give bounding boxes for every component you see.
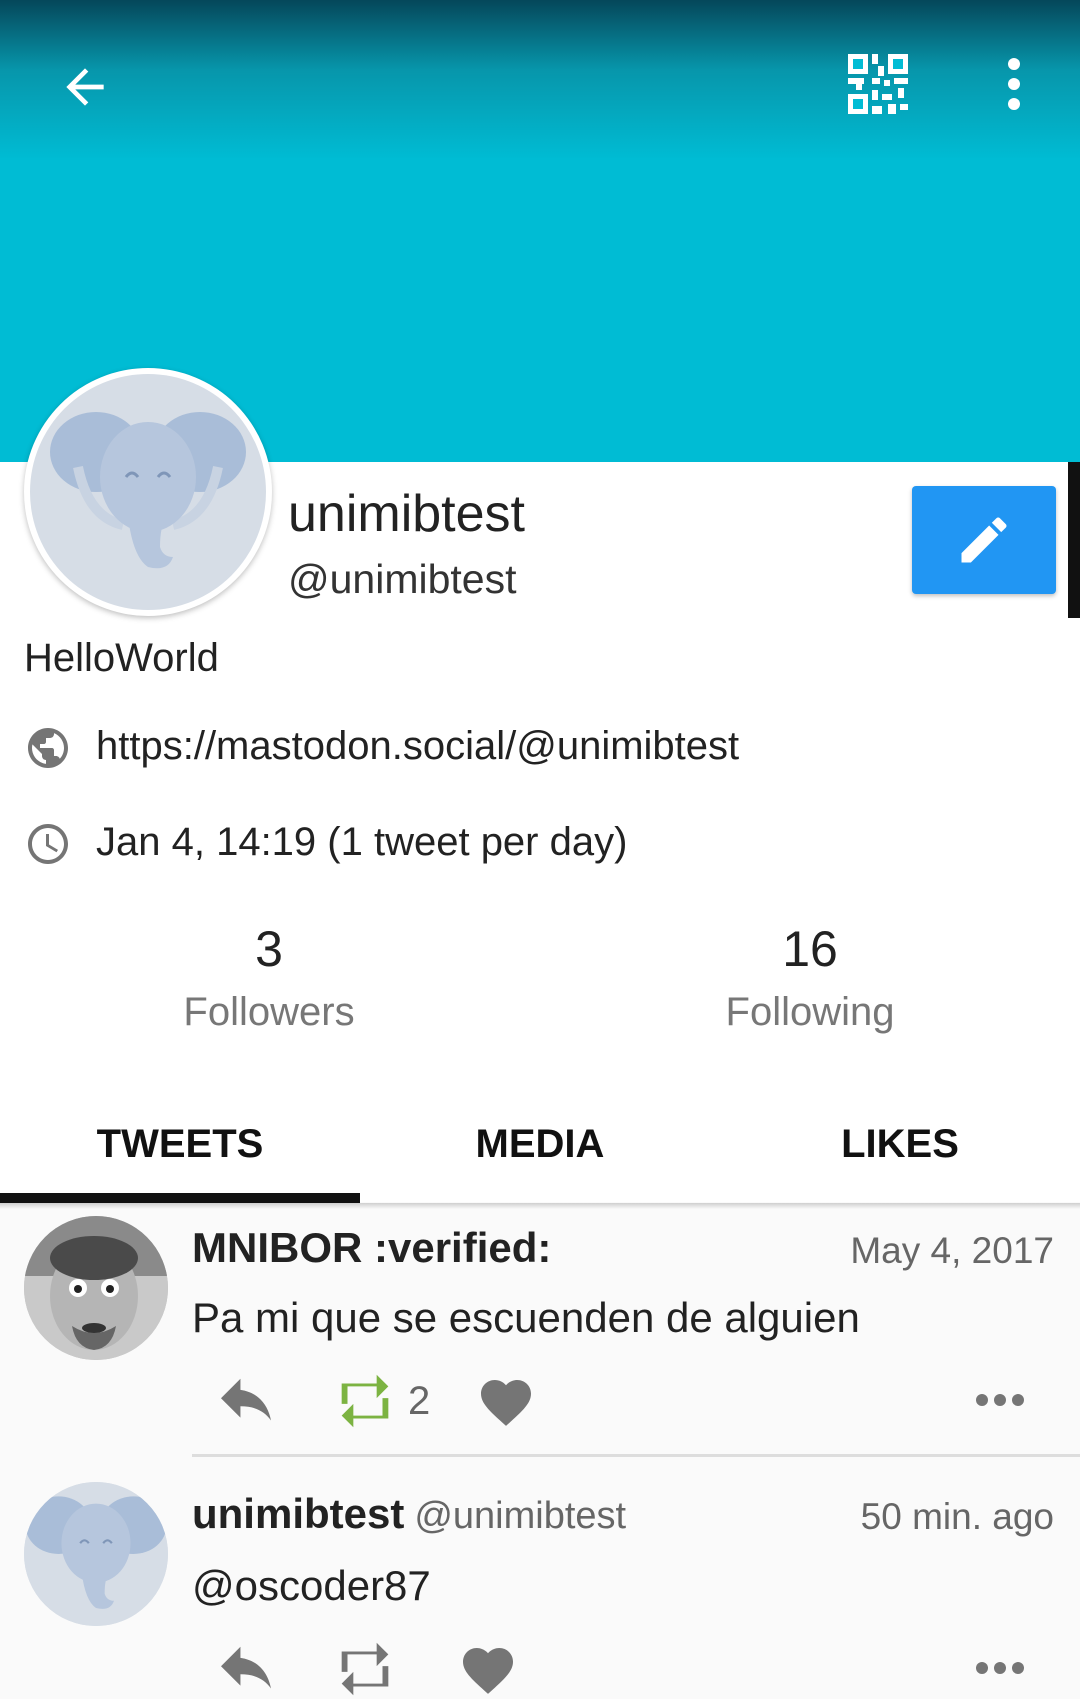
profile-handle: @unimibtest — [288, 556, 517, 602]
tweet-more-button[interactable] — [974, 1388, 1026, 1412]
joined-date: Jan 4, 14:19 (1 tweet per day) — [96, 820, 628, 864]
arrow-back-icon — [66, 68, 104, 106]
tabs-shadow — [0, 1203, 1080, 1209]
scroll-indicator — [1068, 462, 1080, 618]
like-button[interactable] — [476, 1372, 536, 1428]
more-horiz-icon — [976, 1394, 1024, 1406]
tweet-divider — [192, 1454, 1080, 1457]
following-label: Following — [725, 990, 895, 1034]
like-button[interactable] — [458, 1640, 518, 1696]
tweet-more-button[interactable] — [974, 1656, 1026, 1680]
reply-button[interactable] — [212, 1644, 280, 1694]
elephant-avatar-icon — [50, 412, 246, 569]
tweet-author: unimibtest — [192, 1490, 405, 1537]
heart-icon — [463, 1648, 513, 1694]
pencil-icon — [961, 517, 1007, 563]
elephant-avatar-icon — [24, 1482, 168, 1626]
tweet-text: Pa mi que se escuenden de alguien — [192, 1294, 860, 1341]
retweet-count: 2 — [408, 1378, 431, 1423]
reply-button[interactable] — [212, 1376, 280, 1426]
followers-stat[interactable]: 3 Followers — [119, 920, 419, 1035]
profile-url-link[interactable]: https://mastodon.social/@unimibtest — [96, 724, 739, 769]
more-horiz-icon — [976, 1662, 1024, 1674]
tweet-avatar[interactable] — [24, 1216, 168, 1360]
qr-code-button[interactable] — [838, 44, 918, 124]
tab-likes[interactable]: LIKES — [720, 1082, 1080, 1206]
globe-icon — [28, 728, 68, 768]
tweet-time: 50 min. ago — [860, 1496, 1054, 1537]
tab-tweets[interactable]: TWEETS — [0, 1082, 360, 1206]
retweet-button[interactable]: 2 — [330, 1374, 430, 1428]
tweet-avatar[interactable] — [24, 1482, 168, 1626]
tweet-handle: @unimibtest — [414, 1495, 627, 1537]
heart-icon — [481, 1380, 531, 1426]
user-photo-avatar — [24, 1216, 168, 1360]
retweet-icon — [341, 1374, 389, 1428]
clock-icon — [28, 824, 68, 864]
tab-media[interactable]: MEDIA — [360, 1082, 720, 1206]
profile-bio: HelloWorld — [24, 636, 219, 680]
qr-code-icon — [848, 54, 908, 114]
followers-label: Followers — [183, 990, 355, 1034]
retweet-icon — [341, 1642, 389, 1696]
profile-avatar[interactable] — [24, 368, 272, 616]
tweet-author-row[interactable]: unimibtest @unimibtest — [192, 1490, 626, 1538]
followers-count: 3 — [255, 921, 283, 977]
tweet-author[interactable]: MNIBOR :verified: — [192, 1224, 551, 1272]
reply-icon — [221, 1646, 271, 1689]
tweet-time: May 4, 2017 — [850, 1230, 1054, 1271]
reply-icon — [221, 1378, 271, 1421]
active-tab-indicator — [0, 1193, 360, 1203]
profile-tabs: TWEETS MEDIA LIKES — [0, 1082, 1080, 1206]
back-button[interactable] — [50, 52, 120, 122]
following-stat[interactable]: 16 Following — [660, 920, 960, 1035]
more-options-button[interactable] — [984, 44, 1044, 124]
more-vert-icon — [1008, 58, 1020, 110]
profile-display-name: unimibtest — [288, 485, 525, 543]
edit-profile-button[interactable] — [912, 486, 1056, 594]
tweet-text: @oscoder87 — [192, 1562, 431, 1609]
retweet-button[interactable] — [330, 1642, 400, 1696]
following-count: 16 — [782, 921, 838, 977]
